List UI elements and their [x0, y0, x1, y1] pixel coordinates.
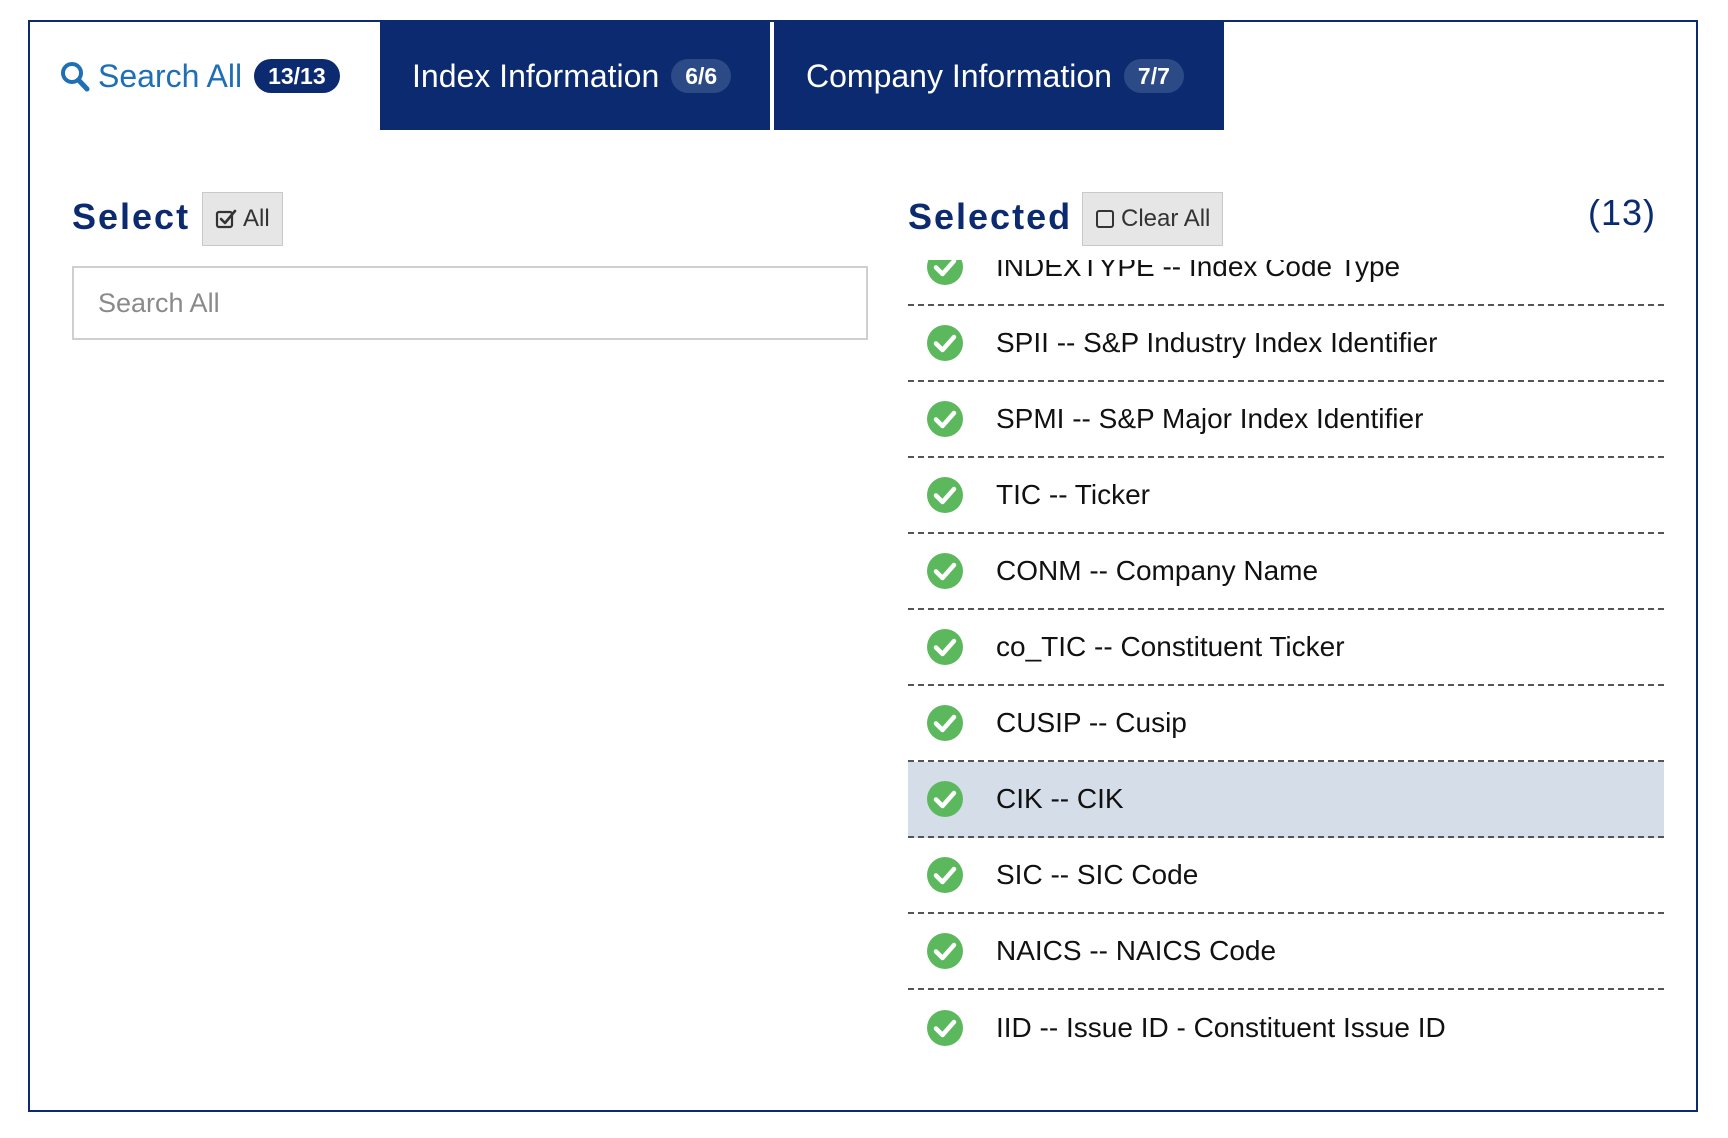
- select-all-label: All: [243, 205, 270, 232]
- selected-list-item-label: CUSIP -- Cusip: [996, 707, 1187, 738]
- selected-list-item[interactable]: IID -- Issue ID - Constituent Issue ID: [908, 990, 1664, 1066]
- selected-list: INDEXTYPE -- Index Code Type SPII -- S&P …: [908, 260, 1664, 1066]
- check-circle-icon: [926, 932, 964, 970]
- tab-index-information[interactable]: Index Information 6/6: [380, 22, 770, 130]
- check-circle-icon: [926, 476, 964, 514]
- check-circle-icon: [926, 260, 964, 286]
- clear-all-button[interactable]: Clear All: [1082, 192, 1224, 246]
- selected-list-item[interactable]: SIC -- SIC Code: [908, 838, 1664, 914]
- field-selector-panel: Search All 13/13 Index Information 6/6 C…: [28, 20, 1698, 1112]
- check-circle-icon: [926, 1009, 964, 1047]
- selected-list-item[interactable]: INDEXTYPE -- Index Code Type: [908, 260, 1664, 306]
- tab-company-information-label: Company Information: [806, 57, 1112, 94]
- tab-company-information-badge: 7/7: [1123, 59, 1184, 93]
- selected-list-item-label: INDEXTYPE -- Index Code Type: [996, 260, 1401, 282]
- tab-search-all-label: Search All: [98, 57, 243, 94]
- check-circle-icon: [926, 704, 964, 742]
- search-icon: [60, 59, 90, 93]
- selected-list-item-label: TIC -- Ticker: [996, 479, 1150, 510]
- selected-list-item[interactable]: CONM -- Company Name: [908, 534, 1664, 610]
- selected-list-item-label: CONM -- Company Name: [996, 555, 1319, 586]
- empty-square-icon: [1095, 209, 1115, 229]
- selected-list-item-label: SIC -- SIC Code: [996, 859, 1199, 890]
- check-circle-icon: [926, 400, 964, 438]
- selected-list-item[interactable]: SPII -- S&P Industry Index Identifier: [908, 306, 1664, 382]
- check-circle-icon: [926, 552, 964, 590]
- selected-list-item[interactable]: TIC -- Ticker: [908, 458, 1664, 534]
- selected-list-item[interactable]: SPMI -- S&P Major Index Identifier: [908, 382, 1664, 458]
- tab-index-information-label: Index Information: [412, 57, 660, 94]
- tab-search-all-badge: 13/13: [254, 59, 340, 93]
- selected-list-item-label: NAICS -- NAICS Code: [996, 935, 1277, 966]
- select-heading: Select: [72, 196, 191, 237]
- check-circle-icon: [926, 780, 964, 818]
- check-circle-icon: [926, 324, 964, 362]
- selected-list-item-label: IID -- Issue ID - Constituent Issue ID: [996, 1012, 1446, 1043]
- clear-all-label: Clear All: [1121, 205, 1211, 232]
- selected-list-item[interactable]: co_TIC -- Constituent Ticker: [908, 610, 1664, 686]
- selected-list-viewport[interactable]: INDEXTYPE -- Index Code Type SPII -- S&P …: [908, 260, 1664, 1100]
- search-input[interactable]: [72, 266, 868, 340]
- selected-list-item-label: CIK -- CIK: [996, 783, 1124, 814]
- check-circle-icon: [926, 628, 964, 666]
- selected-list-item[interactable]: CUSIP -- Cusip: [908, 686, 1664, 762]
- selected-list-item-label: co_TIC -- Constituent Ticker: [996, 631, 1345, 662]
- selected-list-item-label: SPMI -- S&P Major Index Identifier: [996, 403, 1424, 434]
- tab-index-information-badge: 6/6: [671, 59, 732, 93]
- tab-bar: Search All 13/13 Index Information 6/6 C…: [30, 22, 1224, 130]
- tab-search-all[interactable]: Search All 13/13: [30, 22, 380, 130]
- selected-count: (13): [1587, 192, 1656, 233]
- selected-list-item[interactable]: NAICS -- NAICS Code: [908, 914, 1664, 990]
- selected-list-item-label: SPII -- S&P Industry Index Identifier: [996, 327, 1438, 358]
- tab-company-information[interactable]: Company Information 7/7: [774, 22, 1224, 130]
- selected-list-item[interactable]: CIK -- CIK: [908, 762, 1664, 838]
- check-circle-icon: [926, 856, 964, 894]
- selected-heading: Selected: [908, 196, 1073, 237]
- checked-square-icon: [215, 208, 237, 230]
- select-all-button[interactable]: All: [202, 192, 283, 246]
